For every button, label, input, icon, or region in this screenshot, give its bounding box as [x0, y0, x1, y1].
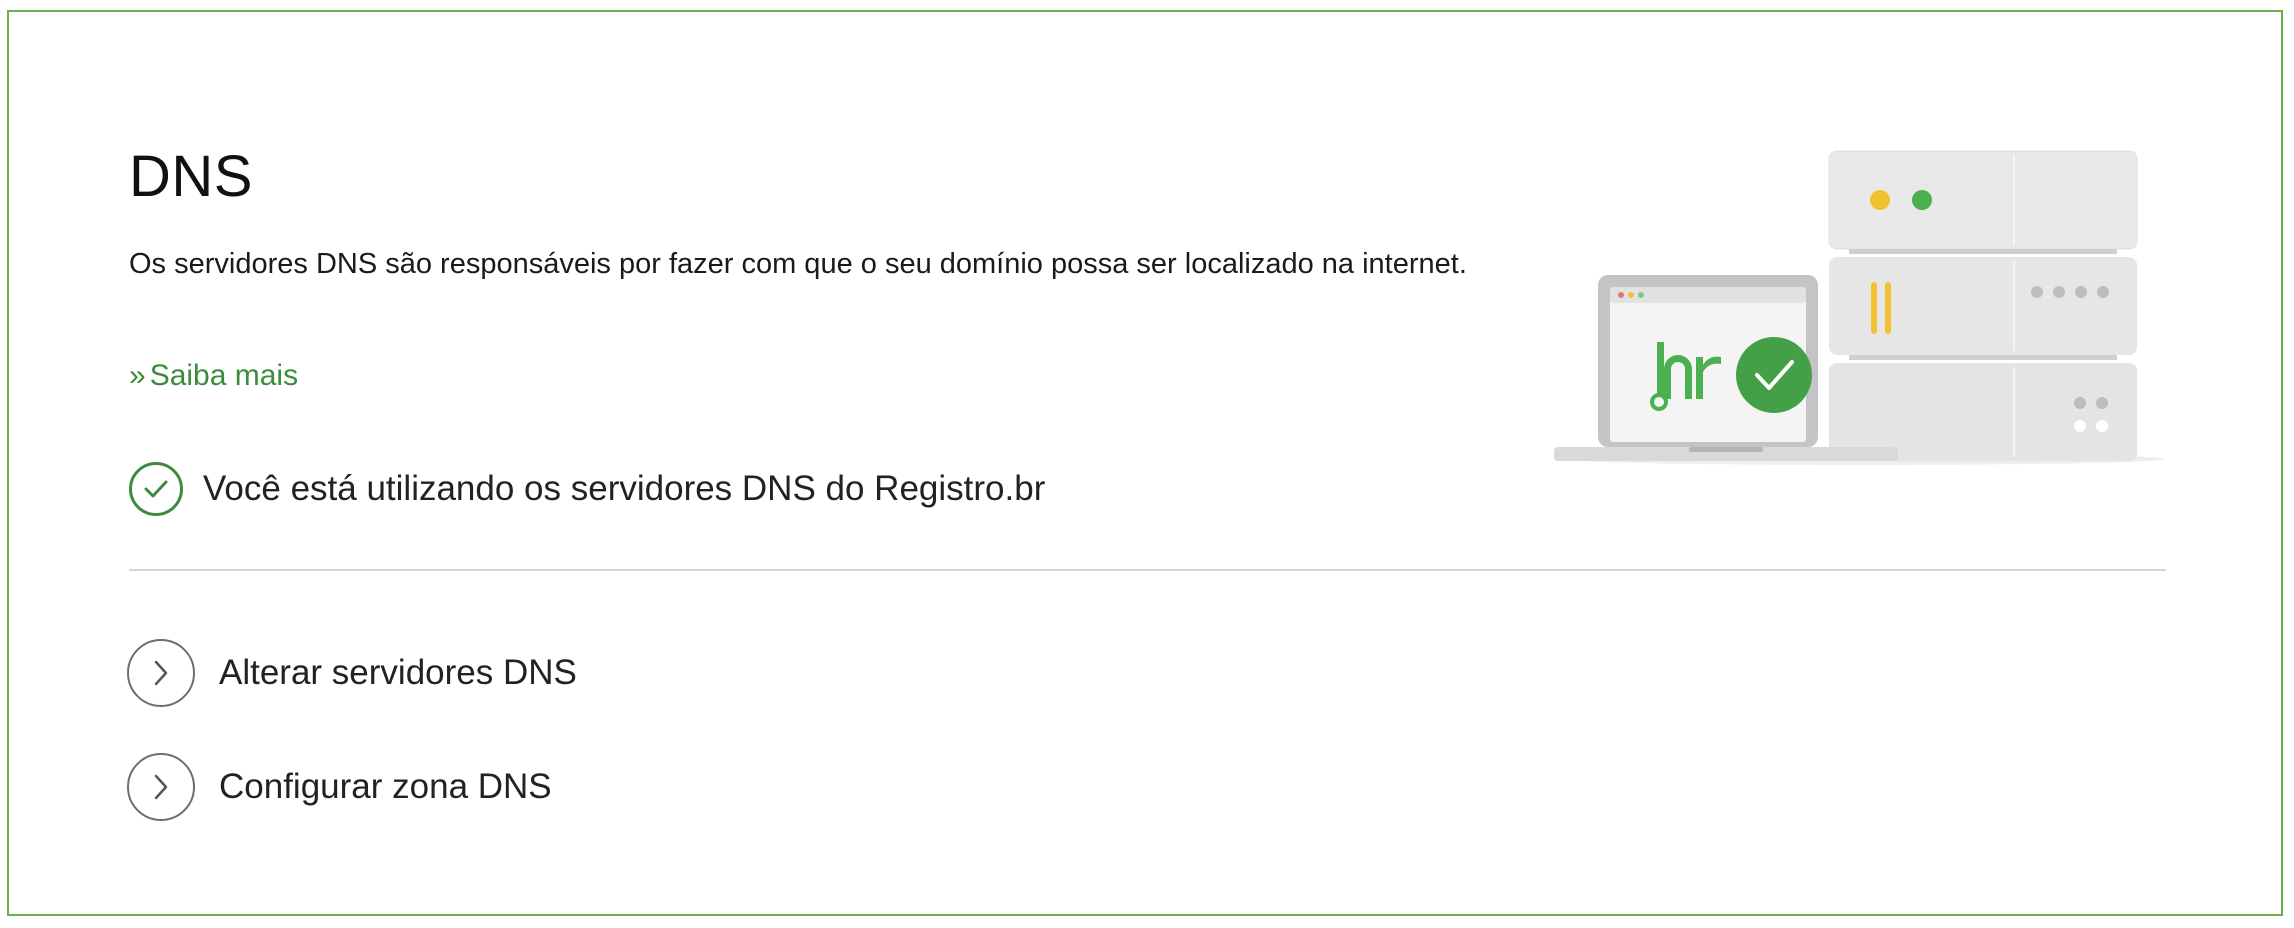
dns-status: Você está utilizando os servidores DNS d… — [129, 458, 1045, 520]
divider — [129, 569, 2166, 571]
led-green — [1912, 190, 1932, 210]
learn-more-prefix: » — [129, 359, 146, 392]
dns-status-text: Você está utilizando os servidores DNS d… — [203, 469, 1046, 508]
dns-card: DNS Os servidores DNS são responsáveis p… — [7, 10, 2283, 916]
page-title: DNS — [129, 144, 253, 209]
led-yellow — [1870, 190, 1890, 210]
change-dns-servers-label: Alterar servidores DNS — [219, 653, 577, 692]
servers-laptop-graphic — [1554, 150, 2164, 465]
server-unit-bottom — [1829, 363, 2137, 461]
chevron-right-icon — [127, 753, 195, 821]
check-circle-icon — [129, 462, 183, 516]
configure-dns-zone-action[interactable]: Configurar zona DNS — [127, 752, 552, 822]
server-unit-middle — [1829, 257, 2137, 360]
section-description: Os servidores DNS são responsáveis por f… — [129, 248, 1467, 280]
server-unit-top — [1828, 150, 2138, 254]
change-dns-servers-action[interactable]: Alterar servidores DNS — [127, 638, 577, 708]
check-badge — [1736, 337, 1812, 413]
dns-servers-illustration — [1544, 137, 2184, 477]
configure-dns-zone-label: Configurar zona DNS — [219, 767, 552, 806]
learn-more-label: Saiba mais — [149, 359, 299, 392]
learn-more-link[interactable]: » Saiba mais — [129, 356, 298, 396]
chevron-right-icon — [127, 639, 195, 707]
